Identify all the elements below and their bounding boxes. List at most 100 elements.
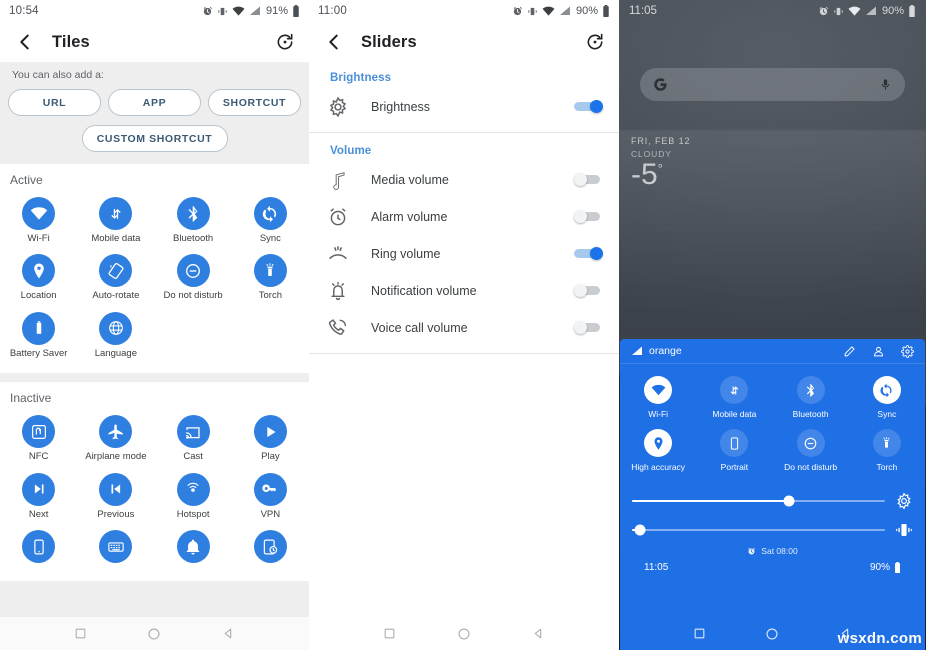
volume-toggle[interactable] — [574, 210, 605, 223]
qs-tile[interactable]: Portrait — [696, 425, 772, 478]
slider-row[interactable]: Media volume — [309, 161, 619, 198]
tile-item[interactable]: Mobile data — [77, 191, 154, 248]
airplane-icon — [108, 424, 123, 440]
tile-item[interactable]: Wi-Fi — [0, 191, 77, 248]
tile-item[interactable] — [155, 524, 232, 571]
tile-item[interactable]: Cast — [155, 409, 232, 466]
tile-icon-circle — [22, 472, 56, 506]
tile-item[interactable]: Airplane mode — [77, 409, 154, 466]
qs-tile[interactable]: Sync — [849, 372, 925, 425]
tile-item[interactable]: Sync — [232, 191, 309, 248]
restore-icon[interactable] — [585, 32, 605, 52]
slider-row-brightness[interactable]: Brightness — [309, 88, 619, 125]
add-url-button[interactable]: URL — [8, 89, 101, 116]
qs-tile[interactable]: Mobile data — [696, 372, 772, 425]
microphone-icon[interactable] — [879, 78, 892, 91]
weather-widget[interactable]: FRI, FEB 12 CLOUDY -5° — [631, 136, 690, 190]
tile-label: Sync — [259, 233, 281, 244]
battery-icon — [895, 562, 900, 573]
next-alarm: Sat 08:00 — [632, 546, 913, 556]
volume-toggle[interactable] — [574, 321, 605, 334]
brightness-slider[interactable] — [632, 495, 885, 506]
tile-label: VPN — [260, 508, 281, 520]
volume-toggle[interactable] — [574, 247, 605, 260]
triangle-back-icon[interactable] — [532, 627, 545, 640]
volume-section: Volume Media volume Alarm volume Ring volu… — [309, 135, 619, 356]
nfc-icon — [31, 424, 46, 439]
volume-toggle[interactable] — [574, 173, 605, 186]
tile-item[interactable]: Play — [232, 409, 309, 466]
tile-item[interactable]: Language — [77, 306, 154, 363]
custom-shortcut-row: CUSTOM SHORTCUT — [8, 125, 301, 152]
portrait-icon — [730, 436, 738, 450]
tile-item[interactable]: Location — [0, 248, 77, 305]
quick-settings-footer: 11:05 90% — [632, 556, 913, 573]
battery-icon — [603, 5, 609, 17]
add-custom-shortcut-button[interactable]: CUSTOM SHORTCUT — [81, 125, 228, 152]
square-icon[interactable] — [693, 627, 706, 640]
tile-icon-circle — [253, 197, 287, 230]
tile-item[interactable] — [77, 524, 154, 571]
tile-item[interactable]: Auto-rotate — [77, 248, 154, 305]
circle-icon[interactable] — [457, 627, 471, 641]
tile-item[interactable] — [232, 524, 309, 571]
tile-item[interactable]: NFC — [0, 409, 77, 466]
qs-tile[interactable]: Bluetooth — [773, 372, 849, 425]
inactive-tiles-card: Inactive NFC Airplane mode Cast Play Next Pre… — [0, 382, 309, 582]
active-tiles-card: Active Wi-Fi Mobile data Bluetooth Sync Loca… — [0, 164, 309, 374]
tile-item[interactable] — [0, 524, 77, 571]
slider-row[interactable]: Alarm volume — [309, 198, 619, 235]
mobile-data-icon — [730, 385, 739, 395]
tile-item[interactable]: Torch — [232, 248, 309, 305]
slider-row[interactable]: Voice call volume — [309, 309, 619, 346]
volume-slider[interactable] — [632, 524, 885, 535]
square-icon[interactable] — [74, 627, 87, 640]
tile-icon-circle — [99, 530, 133, 564]
settings-gear-icon[interactable] — [901, 344, 914, 358]
google-search-bar[interactable] — [640, 68, 905, 101]
add-shortcut-button[interactable]: SHORTCUT — [208, 89, 301, 116]
vibrate-icon — [218, 7, 227, 15]
square-icon[interactable] — [383, 627, 396, 640]
back-arrow-icon[interactable] — [323, 31, 345, 53]
cast-icon — [186, 427, 200, 439]
circle-icon[interactable] — [765, 627, 779, 641]
qs-tile-label: Wi-Fi — [648, 409, 669, 419]
tile-label: Previous — [97, 508, 135, 520]
restore-icon[interactable] — [275, 32, 295, 52]
tile-item[interactable]: VPN — [232, 467, 309, 524]
volume-toggle[interactable] — [574, 284, 605, 297]
tile-item[interactable]: Previous — [77, 467, 154, 524]
keyboard-icon — [108, 542, 124, 552]
back-arrow-icon[interactable] — [14, 31, 36, 53]
triangle-back-icon[interactable] — [222, 627, 235, 640]
qs-tile-icon-circle — [796, 376, 825, 404]
tile-item[interactable]: Next — [0, 467, 77, 524]
music-note-icon — [333, 171, 345, 190]
tile-item[interactable]: Bluetooth — [155, 191, 232, 248]
qs-tile[interactable]: High accuracy — [620, 425, 696, 478]
tile-label: Wi-Fi — [27, 233, 50, 244]
qs-tile[interactable]: Wi-Fi — [620, 372, 696, 425]
circle-icon[interactable] — [147, 627, 161, 641]
add-app-button[interactable]: APP — [108, 89, 201, 116]
tile-item[interactable]: Battery Saver — [0, 306, 77, 363]
status-icons: 91% — [202, 5, 300, 18]
qs-tile[interactable]: Torch — [849, 425, 925, 478]
edit-pencil-icon[interactable] — [843, 345, 856, 358]
qs-tile-icon-circle — [720, 429, 749, 457]
user-account-icon[interactable] — [872, 345, 885, 358]
tile-icon-circle — [99, 254, 133, 288]
app-bar: Tiles — [0, 22, 309, 62]
slider-row[interactable]: Ring volume — [309, 235, 619, 272]
brightness-toggle[interactable] — [574, 100, 605, 113]
qs-tile[interactable]: Do not disturb — [773, 425, 849, 478]
add-shortcut-section: You can also add a: URL APP SHORTCUT CUS… — [0, 62, 309, 164]
section-divider — [309, 353, 619, 354]
slider-row[interactable]: Notification volume — [309, 272, 619, 309]
quick-settings-panel: orange Wi-Fi Mobile data Bluetooth Sync High… — [620, 339, 925, 650]
do-not-disturb-icon — [804, 437, 817, 449]
location-pin-icon — [33, 263, 44, 279]
tile-item[interactable]: Do not disturb — [155, 248, 232, 305]
tile-item[interactable]: Hotspot — [155, 467, 232, 524]
